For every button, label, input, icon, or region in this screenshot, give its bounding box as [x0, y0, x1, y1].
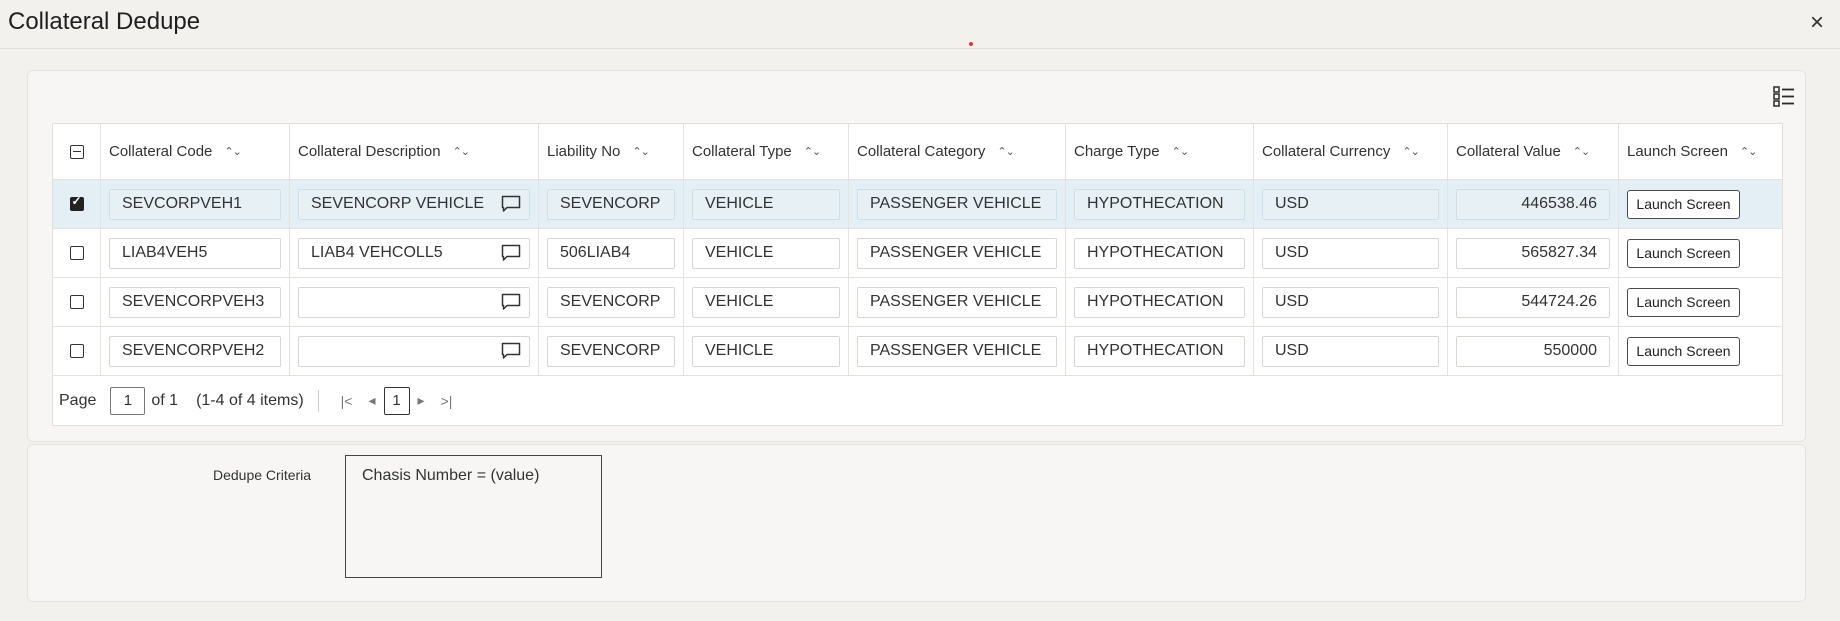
title-divider — [0, 48, 1840, 49]
liability-no-field[interactable]: SEVENCORP — [547, 286, 675, 318]
sort-icon[interactable]: ⌃⌄ — [1402, 145, 1419, 158]
header-collateral-category[interactable]: Collateral Category ⌃⌄ — [849, 124, 1066, 179]
header-collateral-currency[interactable]: Collateral Currency ⌃⌄ — [1254, 124, 1448, 179]
launch-screen-button[interactable]: Launch Screen — [1627, 287, 1740, 317]
header-collateral-code[interactable]: Collateral Code ⌃⌄ — [101, 124, 290, 179]
table-header-row: Collateral Code ⌃⌄ Collateral Description… — [53, 124, 1782, 180]
collateral-value-field[interactable]: 565827.34 — [1456, 237, 1610, 269]
collateral-type-field[interactable]: VEHICLE — [692, 237, 840, 269]
comment-icon[interactable] — [501, 244, 521, 262]
sort-icon[interactable]: ⌃⌄ — [224, 145, 241, 158]
collateral-description-field[interactable]: LIAB4 VEHCOLL5 — [298, 237, 530, 269]
collateral-type-field[interactable]: VEHICLE — [692, 188, 840, 220]
next-page-icon[interactable]: ▸ — [418, 392, 425, 409]
select-all-cell[interactable] — [53, 124, 101, 179]
comment-icon[interactable] — [501, 195, 521, 213]
collateral-value-field[interactable]: 550000 — [1456, 335, 1610, 367]
collateral-code-field[interactable]: SEVCORPVEH1 — [109, 188, 281, 220]
results-panel: Collateral Code ⌃⌄ Collateral Description… — [27, 70, 1806, 442]
collateral-description-field[interactable]: SEVENCORP VEHICLE — [298, 188, 530, 220]
collateral-code-field[interactable]: LIAB4VEH5 — [109, 237, 281, 269]
collateral-category-field[interactable]: PASSENGER VEHICLE — [857, 335, 1057, 367]
launch-screen-button[interactable]: Launch Screen — [1627, 189, 1740, 219]
sort-icon[interactable]: ⌃⌄ — [632, 145, 649, 158]
row-checkbox[interactable] — [69, 295, 84, 309]
collateral-table: Collateral Code ⌃⌄ Collateral Description… — [52, 123, 1783, 426]
collateral-category-field[interactable]: PASSENGER VEHICLE — [857, 237, 1057, 269]
dialog-title: Collateral Dedupe — [8, 8, 201, 35]
sort-icon[interactable]: ⌃⌄ — [997, 145, 1014, 158]
liability-no-field[interactable]: 506LIAB4 — [547, 237, 675, 269]
collateral-code-field[interactable]: SEVENCORPVEH3 — [109, 286, 281, 318]
collateral-category-field[interactable]: PASSENGER VEHICLE — [857, 188, 1057, 220]
liability-no-field[interactable]: SEVENCORP — [547, 335, 675, 367]
table-row[interactable]: SEVENCORPVEH2 SEVENCORP VEHICLE PASSENGE… — [53, 327, 1782, 376]
sort-icon[interactable]: ⌃⌄ — [1573, 145, 1590, 158]
pager-divider — [317, 389, 319, 412]
comment-icon[interactable] — [501, 342, 521, 360]
header-collateral-type[interactable]: Collateral Type ⌃⌄ — [684, 124, 849, 179]
current-page-button[interactable]: 1 — [383, 386, 410, 415]
collateral-description-field[interactable] — [298, 286, 530, 318]
collateral-currency-field[interactable]: USD — [1262, 335, 1439, 367]
last-page-icon[interactable]: >| — [441, 393, 453, 409]
row-checkbox[interactable] — [69, 194, 84, 211]
dedupe-criteria-label: Dedupe Criteria — [213, 467, 312, 483]
table-row[interactable]: SEVENCORPVEH3 SEVENCORP VEHICLE PASSENGE… — [53, 278, 1782, 327]
items-count-label: (1-4 of 4 items) — [196, 391, 304, 409]
collateral-type-field[interactable]: VEHICLE — [692, 335, 840, 367]
header-collateral-value[interactable]: Collateral Value ⌃⌄ — [1448, 124, 1619, 179]
sort-icon[interactable]: ⌃⌄ — [453, 145, 470, 158]
close-icon[interactable]: × — [1810, 8, 1824, 38]
sort-icon[interactable]: ⌃⌄ — [1740, 145, 1757, 158]
select-all-checkbox[interactable] — [69, 144, 84, 159]
previous-page-icon[interactable]: ◂ — [368, 392, 375, 409]
liability-no-field[interactable]: SEVENCORP — [547, 188, 675, 220]
list-view-icon[interactable] — [1773, 85, 1795, 107]
table-row[interactable]: LIAB4VEH5 LIAB4 VEHCOLL5 506LIAB4 VEHICL… — [53, 229, 1782, 278]
collateral-code-field[interactable]: SEVENCORPVEH2 — [109, 335, 281, 367]
dedupe-criteria-textarea[interactable]: Chasis Number = (value) — [345, 455, 602, 578]
charge-type-field[interactable]: HYPOTHECATION — [1074, 286, 1245, 318]
header-charge-type[interactable]: Charge Type ⌃⌄ — [1066, 124, 1254, 179]
collateral-currency-field[interactable]: USD — [1262, 286, 1439, 318]
dedupe-criteria-panel: Dedupe Criteria Chasis Number = (value) — [27, 444, 1806, 602]
launch-screen-button[interactable]: Launch Screen — [1627, 336, 1740, 366]
pagination-bar: Page 1 of 1 (1-4 of 4 items) |< ◂ 1 ▸ >| — [53, 376, 1782, 425]
collateral-category-field[interactable]: PASSENGER VEHICLE — [857, 286, 1057, 318]
page-label: Page — [59, 391, 97, 409]
charge-type-field[interactable]: HYPOTHECATION — [1074, 335, 1245, 367]
page-count-label: of 1 — [151, 391, 179, 409]
header-collateral-description[interactable]: Collateral Description ⌃⌄ — [290, 124, 539, 179]
header-liability-no[interactable]: Liability No ⌃⌄ — [539, 124, 684, 179]
red-indicator-dot — [969, 42, 973, 46]
comment-icon[interactable] — [501, 293, 521, 311]
collateral-currency-field[interactable]: USD — [1262, 237, 1439, 269]
collateral-value-field[interactable]: 544724.26 — [1456, 286, 1610, 318]
collateral-type-field[interactable]: VEHICLE — [692, 286, 840, 318]
sort-icon[interactable]: ⌃⌄ — [1172, 145, 1189, 158]
table-row[interactable]: SEVCORPVEH1 SEVENCORP VEHICLE SEVENCORP … — [53, 180, 1782, 229]
row-checkbox[interactable] — [69, 344, 84, 358]
collateral-value-field[interactable]: 446538.46 — [1456, 188, 1610, 220]
collateral-description-field[interactable] — [298, 335, 530, 367]
page-number-input[interactable]: 1 — [110, 386, 146, 415]
collateral-currency-field[interactable]: USD — [1262, 188, 1439, 220]
charge-type-field[interactable]: HYPOTHECATION — [1074, 237, 1245, 269]
charge-type-field[interactable]: HYPOTHECATION — [1074, 188, 1245, 220]
sort-icon[interactable]: ⌃⌄ — [804, 145, 821, 158]
first-page-icon[interactable]: |< — [341, 393, 353, 409]
header-launch-screen[interactable]: Launch Screen ⌃⌄ — [1619, 124, 1782, 179]
row-checkbox[interactable] — [69, 246, 84, 260]
launch-screen-button[interactable]: Launch Screen — [1627, 238, 1740, 268]
